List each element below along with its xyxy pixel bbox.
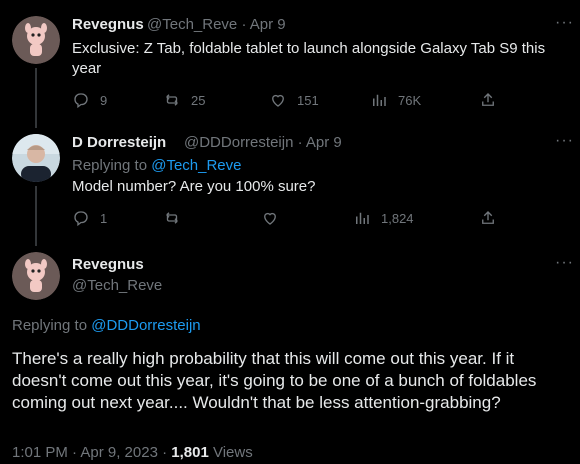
more-icon[interactable]: ··· xyxy=(555,14,574,32)
reply-icon xyxy=(74,211,88,227)
retweet-icon xyxy=(166,94,178,106)
like-button[interactable]: 151 xyxy=(269,91,319,109)
replying-to-label: Replying to xyxy=(12,317,92,334)
author-handle-date[interactable]: @Tech_Reve · Apr 9 xyxy=(147,16,286,33)
author-name[interactable]: Revegnus xyxy=(72,256,144,273)
reply-count: 1 xyxy=(100,210,108,226)
share-icon xyxy=(482,93,494,106)
views-count: 76K xyxy=(398,92,422,108)
views-icon xyxy=(356,212,369,224)
replying-to: Replying to @Tech_Reve xyxy=(72,157,242,174)
main-tweet-text: There's a really high probability that t… xyxy=(12,349,537,412)
author-handle-date[interactable]: @DDDorresteijn · Apr 9 xyxy=(184,134,342,151)
views-label: Views xyxy=(208,444,253,461)
replying-to: Replying to @DDDorresteijn xyxy=(12,317,201,334)
retweet-button[interactable] xyxy=(163,209,181,227)
reply-button[interactable]: 9 xyxy=(72,91,107,109)
more-icon[interactable]: ··· xyxy=(555,254,574,272)
like-icon xyxy=(264,212,276,225)
author-handle[interactable]: @Tech_Reve xyxy=(72,277,162,294)
tweet-meta-row: 1:01 PM · Apr 9, 2023 · 1,801 Views xyxy=(12,444,253,461)
retweet-icon xyxy=(166,212,178,224)
retweet-button[interactable]: 25 xyxy=(163,91,205,109)
views-count: 1,824 xyxy=(381,210,414,226)
like-icon xyxy=(272,94,284,107)
alien-avatar-icon xyxy=(12,16,60,64)
like-count: 151 xyxy=(297,92,319,108)
replying-to-label: Replying to xyxy=(72,157,152,174)
tweet-text: Exclusive: Z Tab, foldable tablet to lau… xyxy=(72,40,546,77)
more-icon[interactable]: ··· xyxy=(555,132,574,150)
like-button[interactable] xyxy=(261,209,279,227)
views-icon xyxy=(373,94,386,106)
timestamp[interactable]: 1:01 PM · Apr 9, 2023 · xyxy=(12,444,171,461)
author-name[interactable]: Revegnus xyxy=(72,16,144,33)
avatar[interactable] xyxy=(12,134,60,182)
reply-count: 9 xyxy=(100,92,108,108)
replying-to-handle-link[interactable]: @Tech_Reve xyxy=(151,157,241,174)
retweet-count: 25 xyxy=(191,92,206,108)
share-icon xyxy=(482,211,494,224)
reply-icon xyxy=(74,93,88,109)
tweet-text: Model number? Are you 100% sure? xyxy=(72,178,316,195)
views-button[interactable]: 1,824 xyxy=(353,209,414,227)
author-name[interactable]: D Dorresteijn xyxy=(72,134,166,151)
person-avatar-icon xyxy=(12,134,60,182)
thread-line xyxy=(35,68,37,128)
share-button[interactable] xyxy=(479,209,497,227)
views-total: 1,801 xyxy=(171,444,209,461)
replying-to-handle-link[interactable]: @DDDorresteijn xyxy=(91,317,200,334)
reply-button[interactable]: 1 xyxy=(72,209,107,227)
share-button[interactable] xyxy=(479,91,497,109)
avatar[interactable] xyxy=(12,16,60,64)
thread-line xyxy=(35,186,37,246)
views-button[interactable]: 76K xyxy=(370,91,421,109)
avatar[interactable] xyxy=(12,252,60,300)
alien-avatar-icon xyxy=(12,252,60,300)
